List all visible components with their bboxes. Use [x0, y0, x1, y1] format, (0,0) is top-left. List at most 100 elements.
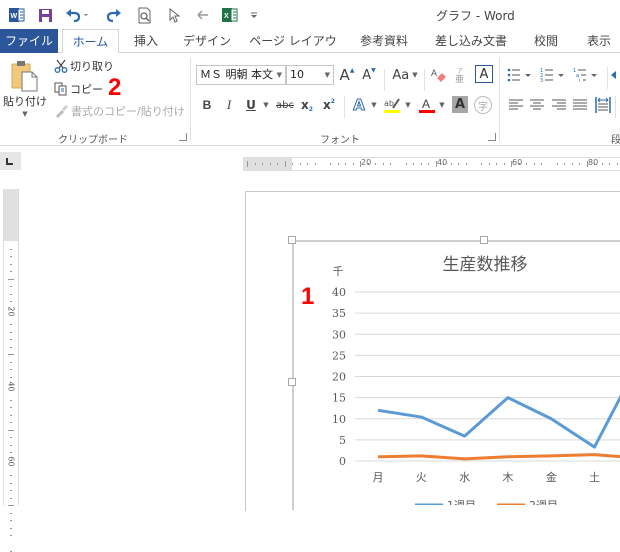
- format-painter-button[interactable]: 書式のコピー/貼り付け: [71, 103, 185, 119]
- bullets-button[interactable]: [507, 66, 535, 84]
- ruler-tick: [8, 430, 14, 431]
- undo-icon[interactable]: [64, 5, 92, 25]
- tab-design[interactable]: デザイン: [178, 29, 236, 53]
- font-size-combobox[interactable]: 10 ▼: [286, 65, 334, 85]
- separator: [384, 69, 385, 91]
- tab-home[interactable]: ホーム: [62, 29, 119, 54]
- tab-file[interactable]: ファイル: [0, 29, 58, 53]
- resize-handle-left[interactable]: [288, 378, 296, 386]
- ruler-tick: [10, 551, 12, 552]
- ruler-label: 20: [361, 158, 371, 167]
- paste-icon[interactable]: [6, 59, 44, 93]
- horizontal-ruler[interactable]: 20 40 60 80: [243, 157, 620, 171]
- text-effects-dropdown-icon[interactable]: ▼: [370, 101, 378, 109]
- highlight-icon[interactable]: ab: [382, 95, 402, 115]
- phonetic-guide-icon[interactable]: ア亜: [452, 66, 470, 84]
- font-color-icon[interactable]: A: [418, 95, 436, 115]
- change-case-button[interactable]: Aa▼: [388, 66, 422, 84]
- word-app-icon[interactable]: W: [8, 5, 26, 25]
- paste-button[interactable]: 貼り付け: [2, 94, 48, 108]
- ruler-tick: [481, 163, 482, 165]
- back-arrow-icon[interactable]: [194, 5, 212, 25]
- ruler-tick: [383, 163, 384, 165]
- italic-button[interactable]: I: [220, 96, 238, 114]
- ruler-tick: [10, 347, 12, 348]
- resize-handle-top-left[interactable]: [288, 236, 296, 244]
- character-shading-icon[interactable]: A: [452, 96, 468, 113]
- ruler-tick: [292, 163, 293, 165]
- ruler-tick: [8, 505, 14, 506]
- ruler-tick: [564, 163, 565, 165]
- shrink-font-button[interactable]: A▼: [360, 66, 378, 84]
- ruler-tick: [406, 163, 407, 165]
- highlight-dropdown-icon[interactable]: ▼: [404, 101, 412, 109]
- excel-icon[interactable]: X: [221, 5, 239, 25]
- scissors-icon[interactable]: [53, 58, 69, 74]
- bold-button[interactable]: B: [198, 96, 216, 114]
- superscript-button[interactable]: x2: [320, 96, 338, 114]
- tab-review[interactable]: 校閲: [526, 29, 566, 53]
- ruler-tick: [10, 286, 12, 287]
- copy-button[interactable]: コピー: [70, 81, 103, 97]
- separator: [615, 96, 616, 118]
- align-left-button[interactable]: [508, 97, 524, 113]
- ruler-tick: [572, 163, 573, 165]
- save-icon[interactable]: [36, 5, 54, 25]
- tab-view[interactable]: 表示: [578, 29, 620, 53]
- chart-frame[interactable]: [292, 240, 620, 510]
- align-center-button[interactable]: [529, 97, 545, 113]
- chevron-down-icon[interactable]: ▼: [277, 66, 282, 84]
- tab-insert[interactable]: 挿入: [124, 29, 168, 53]
- ruler-row: 20 40 60 80: [0, 146, 620, 176]
- ruler-tick: [10, 535, 12, 536]
- annotation-2: 2: [108, 74, 121, 102]
- multilevel-list-button[interactable]: 1ai: [573, 66, 601, 84]
- ruler-label: 40: [437, 158, 447, 167]
- ruler-tick: [579, 163, 580, 165]
- justify-button[interactable]: [572, 97, 588, 113]
- tab-selector[interactable]: [0, 152, 21, 170]
- character-border-icon[interactable]: A: [475, 65, 493, 83]
- ruler-tick: [8, 279, 14, 280]
- ruler-tick: [285, 161, 286, 167]
- ruler-tick: [375, 163, 376, 165]
- grow-font-button[interactable]: A▲: [338, 66, 356, 84]
- text-effects-icon[interactable]: A: [350, 96, 368, 114]
- print-preview-icon[interactable]: [135, 5, 153, 25]
- ruler-tick: [330, 163, 331, 165]
- ruler-tick: [8, 354, 14, 355]
- copy-icon[interactable]: [53, 81, 69, 97]
- ruler-tick: [602, 163, 603, 165]
- tab-page-layout[interactable]: ページ レイアウト: [246, 29, 340, 53]
- clipboard-launcher-icon[interactable]: [179, 133, 187, 141]
- align-right-button[interactable]: [551, 97, 567, 113]
- redo-icon[interactable]: [105, 5, 123, 25]
- font-name-combobox[interactable]: ＭＳ 明朝 本文 ▼: [196, 65, 286, 85]
- ruler-tick: [10, 528, 12, 529]
- subscript-button[interactable]: x2: [298, 96, 316, 114]
- select-cursor-icon[interactable]: [165, 5, 183, 25]
- distributed-align-button[interactable]: [594, 96, 612, 114]
- tab-mailings[interactable]: 差し込み文書: [428, 29, 514, 53]
- tab-references[interactable]: 参考資料: [352, 29, 416, 53]
- format-painter-icon[interactable]: [53, 103, 69, 119]
- numbering-button[interactable]: 123: [540, 66, 568, 84]
- resize-handle-top[interactable]: [480, 236, 488, 244]
- enclose-characters-icon[interactable]: 字: [474, 96, 492, 114]
- strikethrough-button[interactable]: abc: [274, 96, 296, 114]
- customize-qat-icon[interactable]: [248, 5, 260, 25]
- font-color-dropdown-icon[interactable]: ▼: [438, 101, 446, 109]
- clear-formatting-icon[interactable]: A: [430, 66, 448, 84]
- group-separator: [190, 57, 191, 141]
- underline-dropdown-icon[interactable]: ▼: [262, 101, 270, 109]
- chevron-down-icon[interactable]: ▼: [325, 66, 330, 84]
- paste-dropdown-icon[interactable]: ▼: [20, 110, 30, 118]
- vertical-ruler[interactable]: 20 40 60: [3, 189, 19, 505]
- svg-text:A: A: [422, 97, 430, 111]
- ruler-top-margin: [4, 189, 18, 241]
- cut-button[interactable]: 切り取り: [70, 58, 114, 74]
- underline-button[interactable]: U: [242, 96, 260, 114]
- decrease-indent-button[interactable]: [611, 66, 620, 84]
- ruler-tick: [526, 163, 527, 165]
- font-launcher-icon[interactable]: [488, 133, 496, 141]
